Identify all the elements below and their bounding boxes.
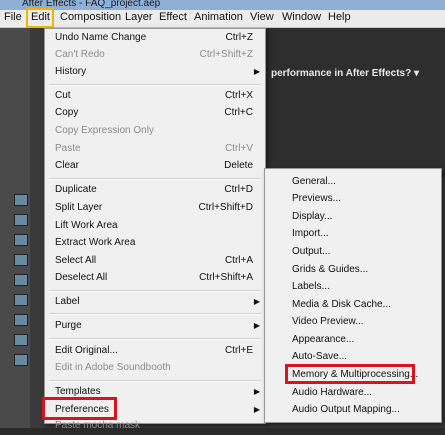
- pref-item-appearance[interactable]: Appearance...: [265, 332, 441, 349]
- submenu-arrow-icon: ▶: [253, 405, 260, 414]
- menu-item-paste-mocha-mask[interactable]: Paste mocha mask: [45, 418, 265, 435]
- footage-thumb[interactable]: [14, 294, 28, 306]
- footage-thumb[interactable]: [14, 234, 28, 246]
- menu-separator: [49, 380, 261, 382]
- menu-item-duplicate[interactable]: Duplicate Ctrl+D: [45, 182, 265, 199]
- menu-view[interactable]: View: [250, 11, 274, 23]
- menu-separator: [49, 338, 261, 340]
- help-search-text[interactable]: performance in After Effects? ▾: [271, 68, 419, 79]
- menu-layer[interactable]: Layer: [125, 11, 153, 23]
- pref-item-media-disk-cache[interactable]: Media & Disk Cache...: [265, 297, 441, 314]
- menu-item-redo[interactable]: Can't Redo Ctrl+Shift+Z: [45, 47, 265, 64]
- pref-item-video-preview[interactable]: Video Preview...: [265, 314, 441, 331]
- footage-thumb[interactable]: [14, 314, 28, 326]
- pref-item-labels[interactable]: Labels...: [265, 279, 441, 296]
- menu-item-history[interactable]: History ▶: [45, 64, 265, 81]
- pref-item-audio-output-mapping[interactable]: Audio Output Mapping...: [265, 402, 441, 419]
- submenu-arrow-icon: ▶: [253, 321, 260, 330]
- memory-multiprocessing-highlight: [285, 364, 415, 384]
- menu-composition[interactable]: Composition: [60, 11, 121, 23]
- footage-thumb[interactable]: [14, 254, 28, 266]
- footage-thumb[interactable]: [14, 274, 28, 286]
- menu-separator: [49, 178, 261, 180]
- preferences-highlight: [42, 397, 117, 420]
- menu-item-label[interactable]: Label ▶: [45, 294, 265, 311]
- pref-item-audio-hardware[interactable]: Audio Hardware...: [265, 385, 441, 402]
- menu-item-split-layer[interactable]: Split Layer Ctrl+Shift+D: [45, 200, 265, 217]
- menu-animation[interactable]: Animation: [194, 11, 243, 23]
- edit-menu: Undo Name Change Ctrl+Z Can't Redo Ctrl+…: [44, 28, 266, 431]
- menu-item-select-all[interactable]: Select All Ctrl+A: [45, 253, 265, 270]
- menu-item-clear[interactable]: Clear Delete: [45, 158, 265, 175]
- menu-item-purge[interactable]: Purge ▶: [45, 318, 265, 335]
- menu-item-cut[interactable]: Cut Ctrl+X: [45, 88, 265, 105]
- menu-window[interactable]: Window: [282, 11, 321, 23]
- menu-item-deselect-all[interactable]: Deselect All Ctrl+Shift+A: [45, 270, 265, 287]
- pref-item-display[interactable]: Display...: [265, 209, 441, 226]
- submenu-arrow-icon: ▶: [253, 297, 260, 306]
- submenu-arrow-icon: ▶: [253, 67, 260, 76]
- window-titlebar: After Effects - FAQ_project.aep: [0, 0, 445, 10]
- menu-bar: File Edit Composition Layer Effect Anima…: [0, 10, 445, 28]
- footage-thumb[interactable]: [14, 194, 28, 206]
- menu-file[interactable]: File: [4, 11, 22, 23]
- submenu-arrow-icon: ▶: [253, 387, 260, 396]
- menu-item-undo[interactable]: Undo Name Change Ctrl+Z: [45, 30, 265, 47]
- menu-help[interactable]: Help: [328, 11, 351, 23]
- menu-item-extract-work-area[interactable]: Extract Work Area: [45, 235, 265, 252]
- menu-item-copy-expression[interactable]: Copy Expression Only: [45, 123, 265, 140]
- menu-item-copy[interactable]: Copy Ctrl+C: [45, 105, 265, 122]
- menu-item-edit-soundbooth[interactable]: Edit in Adobe Soundbooth: [45, 360, 265, 377]
- project-panel: [0, 28, 30, 428]
- menu-item-lift-work-area[interactable]: Lift Work Area: [45, 218, 265, 235]
- pref-item-grids-guides[interactable]: Grids & Guides...: [265, 262, 441, 279]
- footage-thumb[interactable]: [14, 354, 28, 366]
- edit-menu-highlight: [26, 8, 54, 28]
- footage-thumb[interactable]: [14, 334, 28, 346]
- menu-separator: [49, 290, 261, 292]
- preferences-submenu: General... Previews... Display... Import…: [264, 168, 442, 423]
- pref-item-general[interactable]: General...: [265, 174, 441, 191]
- footage-thumb[interactable]: [14, 214, 28, 226]
- menu-effect[interactable]: Effect: [159, 11, 187, 23]
- menu-separator: [49, 313, 261, 315]
- menu-item-paste[interactable]: Paste Ctrl+V: [45, 141, 265, 158]
- pref-item-import[interactable]: Import...: [265, 226, 441, 243]
- pref-item-output[interactable]: Output...: [265, 244, 441, 261]
- help-panel: [265, 28, 445, 178]
- menu-separator: [49, 84, 261, 86]
- pref-item-previews[interactable]: Previews...: [265, 191, 441, 208]
- menu-item-edit-original[interactable]: Edit Original... Ctrl+E: [45, 343, 265, 360]
